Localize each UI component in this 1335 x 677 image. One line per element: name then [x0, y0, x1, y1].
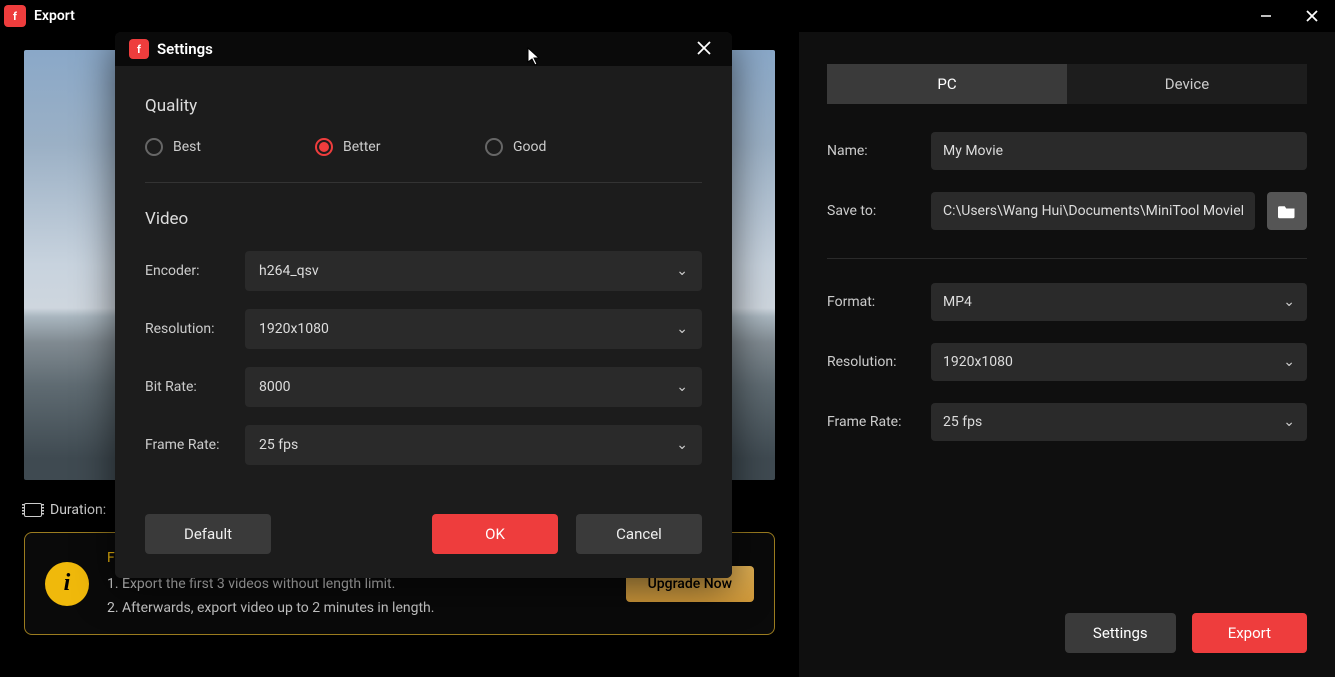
framerate-value: 25 fps: [943, 414, 982, 430]
label-bitrate: Bit Rate:: [145, 379, 245, 395]
default-button[interactable]: Default: [145, 514, 271, 554]
label-format: Format:: [827, 294, 919, 310]
modal-framerate-value: 25 fps: [259, 437, 298, 453]
framerate-select[interactable]: 25 fps ⌄: [931, 403, 1307, 441]
app-icon: f: [129, 39, 149, 59]
radio-icon: [145, 138, 163, 156]
resolution-select[interactable]: 1920x1080 ⌄: [931, 343, 1307, 381]
modal-resolution-select[interactable]: 1920x1080 ⌄: [245, 309, 702, 349]
folder-icon: [1278, 204, 1296, 219]
cancel-button[interactable]: Cancel: [576, 514, 702, 554]
chevron-down-icon: ⌄: [1283, 354, 1295, 370]
quality-better[interactable]: Better: [315, 138, 485, 156]
tab-device[interactable]: Device: [1067, 64, 1307, 104]
modal-title: Settings: [157, 40, 213, 58]
settings-button[interactable]: Settings: [1065, 613, 1176, 653]
info-icon: i: [45, 562, 89, 606]
radio-icon: [485, 138, 503, 156]
label-name: Name:: [827, 143, 919, 159]
banner-line2: 2. Afterwards, export video up to 2 minu…: [107, 597, 608, 621]
browse-folder-button[interactable]: [1267, 192, 1307, 230]
format-select[interactable]: MP4 ⌄: [931, 283, 1307, 321]
label-saveto: Save to:: [827, 203, 919, 219]
ok-button[interactable]: OK: [432, 514, 558, 554]
chevron-down-icon: ⌄: [676, 437, 688, 453]
chevron-down-icon: ⌄: [1283, 414, 1295, 430]
film-icon: [24, 503, 42, 517]
settings-modal: f Settings Quality Best Better Good Vide…: [115, 32, 732, 578]
chevron-down-icon: ⌄: [676, 379, 688, 395]
bitrate-select[interactable]: 8000 ⌄: [245, 367, 702, 407]
duration-label: Duration:: [50, 502, 106, 518]
radio-icon: [315, 138, 333, 156]
label-framerate: Frame Rate:: [827, 414, 919, 430]
export-button[interactable]: Export: [1192, 613, 1307, 653]
encoder-value: h264_qsv: [259, 263, 319, 279]
section-quality: Quality: [145, 96, 702, 116]
quality-best[interactable]: Best: [145, 138, 315, 156]
format-value: MP4: [943, 294, 972, 310]
minimize-button[interactable]: [1243, 0, 1289, 32]
label-resolution-m: Resolution:: [145, 321, 245, 337]
label-framerate-m: Frame Rate:: [145, 437, 245, 453]
label-encoder: Encoder:: [145, 263, 245, 279]
modal-close-button[interactable]: [690, 37, 718, 61]
export-tabs: PC Device: [827, 64, 1307, 104]
quality-good[interactable]: Good: [485, 138, 655, 156]
title-bar: f Export: [0, 0, 1335, 32]
chevron-down-icon: ⌄: [1283, 294, 1295, 310]
section-video: Video: [145, 209, 702, 229]
modal-resolution-value: 1920x1080: [259, 321, 329, 337]
close-button[interactable]: [1289, 0, 1335, 32]
bitrate-value: 8000: [259, 379, 290, 395]
chevron-down-icon: ⌄: [676, 321, 688, 337]
saveto-input[interactable]: [931, 192, 1255, 230]
name-input[interactable]: [931, 132, 1307, 170]
tab-pc[interactable]: PC: [827, 64, 1067, 104]
encoder-select[interactable]: h264_qsv ⌄: [245, 251, 702, 291]
resolution-value: 1920x1080: [943, 354, 1013, 370]
label-resolution: Resolution:: [827, 354, 919, 370]
chevron-down-icon: ⌄: [676, 263, 688, 279]
app-icon: f: [4, 5, 26, 27]
window-title: Export: [34, 8, 75, 24]
modal-framerate-select[interactable]: 25 fps ⌄: [245, 425, 702, 465]
